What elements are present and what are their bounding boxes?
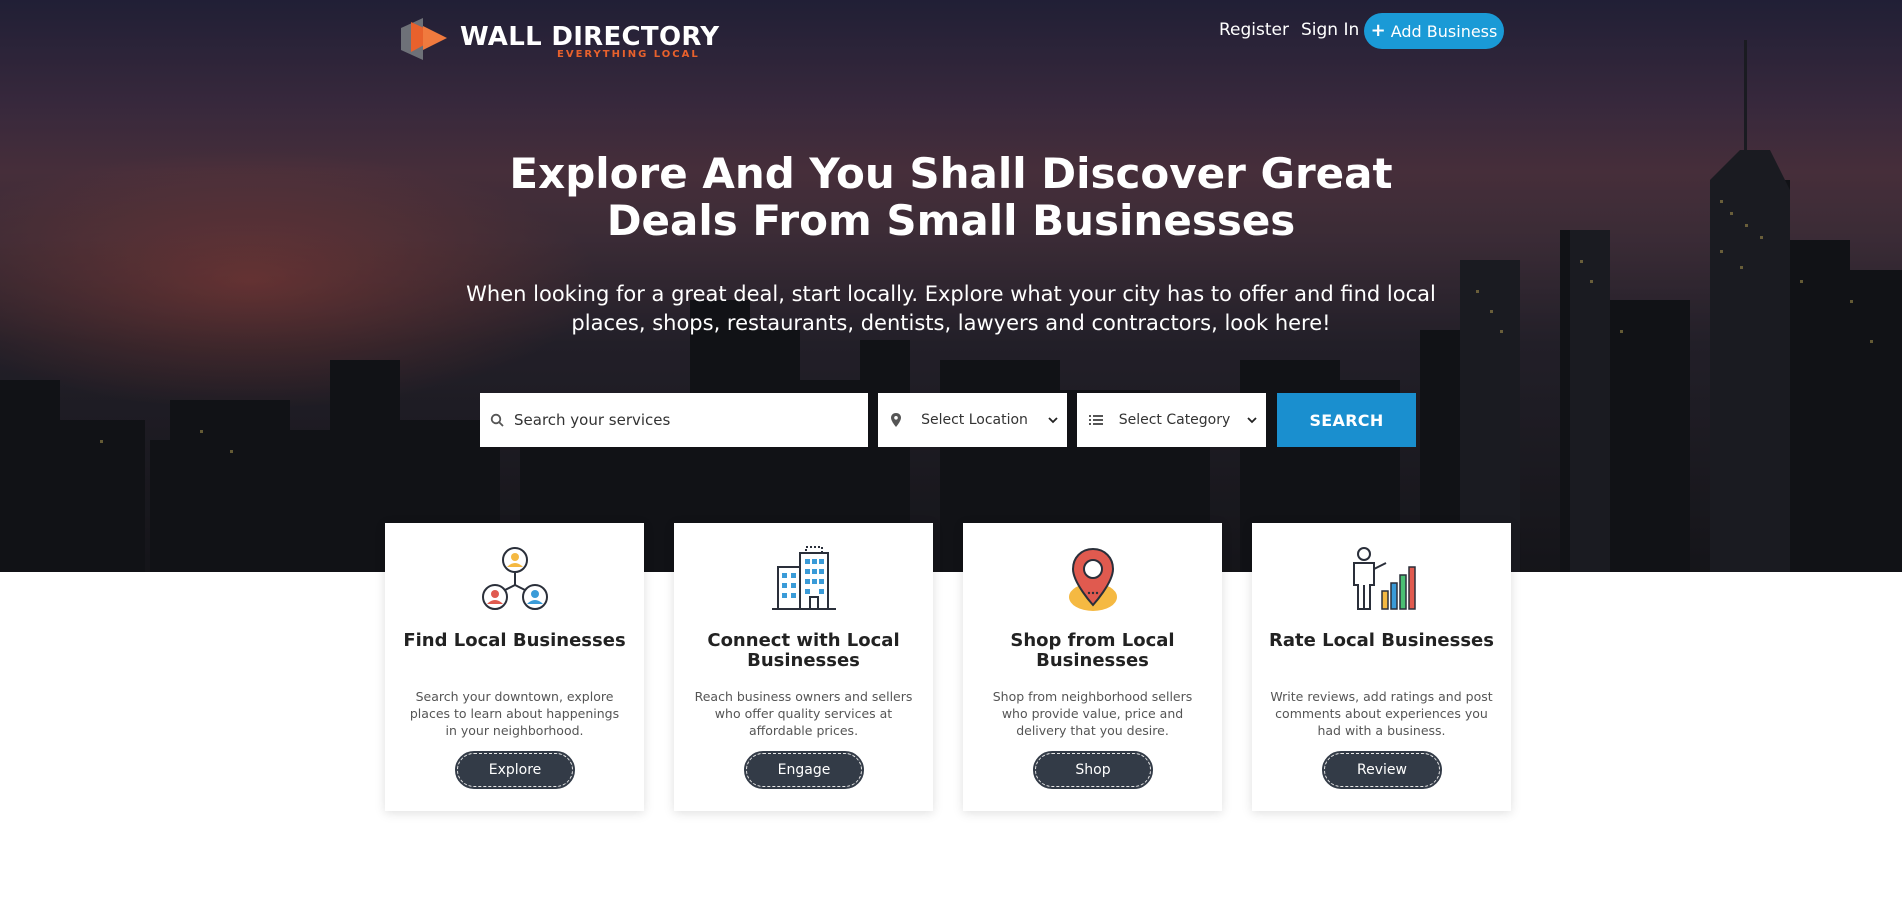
sign-in-link[interactable]: Sign In [1301,20,1359,40]
card-title: Shop from Local Businesses [1010,630,1175,671]
search-field[interactable] [480,393,868,447]
review-button[interactable]: Review [1322,751,1442,789]
logo-icon [401,18,447,60]
category-select[interactable]: Select Category [1077,393,1266,447]
map-pin-icon [1069,547,1117,611]
explore-button[interactable]: Explore [455,751,575,789]
chevron-down-icon [1247,417,1257,424]
feature-card-find: Find Local Businesses Search your downto… [385,523,644,811]
search-input[interactable] [512,410,856,430]
add-business-button[interactable]: + Add Business [1364,13,1504,49]
card-description: Shop from neighborhood sellers who provi… [992,689,1193,738]
network-people-icon [482,547,548,610]
location-select-value: Select Location [921,412,1028,428]
shop-button[interactable]: Shop [1033,751,1153,789]
engage-button[interactable]: Engage [744,751,864,789]
brand-name: WALL DIRECTORY [460,22,720,52]
feature-card-rate: Rate Local Businesses Write reviews, add… [1252,523,1511,811]
hero-subtitle: When looking for a great deal, start loc… [466,282,1436,335]
chevron-down-icon [1048,417,1058,424]
search-icon [490,413,504,427]
presenter-chart-icon [1353,547,1416,610]
card-title: Find Local Businesses [403,630,626,651]
brand-logo[interactable]: WALL DIRECTORY EVERYTHING LOCAL [397,12,719,68]
search-button[interactable]: SEARCH [1277,393,1416,447]
card-description: Write reviews, add ratings and post comm… [1270,689,1493,738]
location-select[interactable]: Select Location [878,393,1067,447]
card-description: Search your downtown, explore places to … [409,689,620,738]
office-building-icon [772,546,836,610]
card-title: Rate Local Businesses [1269,630,1494,651]
category-select-value: Select Category [1118,412,1231,428]
add-business-label: Add Business [1390,21,1498,41]
card-description: Reach business owners and sellers who of… [694,689,913,738]
hero-title: Explore And You Shall Discover Great Dea… [509,149,1393,245]
plus-icon: + [1370,20,1386,41]
list-icon [1089,415,1103,425]
feature-card-connect: Connect with Local Businesses Reach busi… [674,523,933,811]
card-title: Connect with Local Businesses [707,630,900,671]
brand-tagline: EVERYTHING LOCAL [557,49,700,60]
location-pin-icon [891,413,901,427]
register-link[interactable]: Register [1219,20,1289,40]
feature-card-shop: Shop from Local Businesses Shop from nei… [963,523,1222,811]
